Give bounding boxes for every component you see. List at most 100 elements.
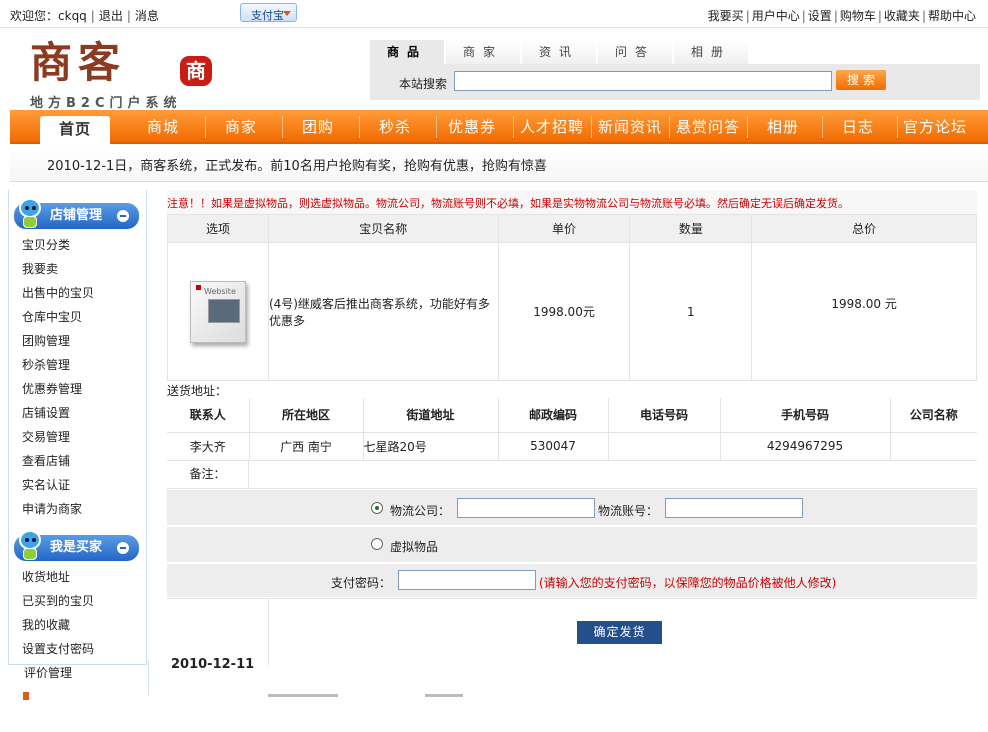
- sidebar-item-verification[interactable]: 实名认证: [22, 476, 70, 493]
- top-links: 我要买 | 用户中心 | 设置 | 购物车 | 收藏夹 | 帮助中心: [707, 9, 976, 23]
- logistics-account-input[interactable]: [665, 498, 803, 518]
- search-tab-album[interactable]: 相册: [674, 40, 748, 64]
- alipay-dropdown[interactable]: 支付宝: [240, 3, 297, 22]
- sidebar-item-shop-settings[interactable]: 店铺设置: [22, 404, 70, 421]
- sidebar-item-flash-sale[interactable]: 秒杀管理: [22, 356, 70, 373]
- sidebar-item-addresses[interactable]: 收货地址: [22, 568, 70, 585]
- search-tab-qa[interactable]: 问答: [598, 40, 672, 64]
- top-link-user-center[interactable]: 用户中心: [752, 9, 800, 23]
- table-header-row: 选项 宝贝名称 单价 数量 总价: [167, 214, 977, 243]
- nav-mall[interactable]: 商城: [128, 110, 198, 144]
- nav-news[interactable]: 新闻资讯: [592, 110, 668, 144]
- nav-bounty-qa[interactable]: 悬赏问答: [670, 110, 746, 144]
- user-status: 欢迎您：ckqq | 退出 | 消息: [10, 9, 159, 23]
- address-phone: [608, 432, 721, 461]
- main-nav: 首页 商城 商家 团购 秒杀 优惠券 人才招聘 新闻资讯 悬赏问答 相册 日志 …: [10, 110, 988, 144]
- logistics-company-input[interactable]: [457, 498, 595, 518]
- logo-subtitle: 地方B2C门户系统: [30, 96, 182, 111]
- sidebar-item-view-shop[interactable]: 查看店铺: [22, 452, 70, 469]
- sidebar-item-reviews[interactable]: 评价管理: [24, 664, 72, 681]
- page: 欢迎您：ckqq | 退出 | 消息 支付宝 我要买 | 用户中心 | 设置 | 购物车 | 收藏夹 | 帮…: [0, 0, 988, 732]
- search-bar: 本站搜索 搜索: [370, 64, 980, 100]
- search-tab-merchants[interactable]: 商家: [446, 40, 520, 64]
- sidebar-item-purchased[interactable]: 已买到的宝贝: [22, 592, 94, 609]
- top-link-help[interactable]: 帮助中心: [928, 9, 976, 23]
- search-input[interactable]: [454, 71, 832, 91]
- search-tab-goods[interactable]: 商品: [370, 40, 444, 64]
- search-label: 本站搜索: [399, 77, 448, 91]
- nav-blog[interactable]: 日志: [823, 110, 893, 144]
- logo-stamp: 商: [180, 56, 212, 86]
- announcement-text[interactable]: 2010-12-1日，商客系统，正式发布。前10名用户抢购有奖，抢购有优惠，抢购…: [47, 155, 547, 174]
- logistics-radio[interactable]: [371, 502, 383, 514]
- address-postcode: 530047: [498, 432, 609, 461]
- top-link-cart[interactable]: 购物车: [840, 9, 876, 23]
- table-header-row: 联系人 所在地区 街道地址 邮政编码 电话号码 手机号码 公司名称: [167, 398, 977, 433]
- sidebar-item-favorites[interactable]: 我的收藏: [22, 616, 70, 633]
- col-unit-price: 单价: [497, 214, 631, 243]
- nav-album[interactable]: 相册: [748, 110, 818, 144]
- col-phone: 电话号码: [608, 398, 721, 433]
- address-contact: 李大齐: [167, 432, 250, 461]
- search-tab-news[interactable]: 资讯: [522, 40, 596, 64]
- table-row: Website (4号)继威客后推出商客系统，功能好有多优惠多 1998.00元…: [167, 242, 977, 381]
- address-table: 联系人 所在地区 街道地址 邮政编码 电话号码 手机号码 公司名称 李大齐 广西…: [167, 398, 977, 461]
- top-link-favorites[interactable]: 收藏夹: [884, 9, 920, 23]
- username[interactable]: ckqq: [58, 9, 87, 23]
- sidebar-item-categories[interactable]: 宝贝分类: [22, 236, 70, 253]
- logo-title: 商客: [30, 38, 127, 87]
- logistics-company-label: 物流公司：: [390, 504, 451, 518]
- address-mobile: 4294967295: [720, 432, 891, 461]
- nav-flash-sale[interactable]: 秒杀: [360, 110, 430, 144]
- col-total: 总价: [751, 214, 977, 243]
- col-option: 选项: [167, 214, 269, 243]
- item-name[interactable]: (4号)继威客后推出商客系统，功能好有多优惠多: [267, 242, 499, 381]
- order-items-table: 选项 宝贝名称 单价 数量 总价 Website (4号)继威客后推出商客系统，…: [167, 214, 977, 381]
- sidebar-item-on-sale[interactable]: 出售中的宝贝: [22, 284, 94, 301]
- sidebar-item-group-buy[interactable]: 团购管理: [22, 332, 70, 349]
- sidebar-item-apply-merchant[interactable]: 申请为商家: [22, 500, 82, 517]
- nav-merchants[interactable]: 商家: [206, 110, 276, 144]
- nav-jobs[interactable]: 人才招聘: [514, 110, 590, 144]
- nav-forum[interactable]: 官方论坛: [898, 110, 972, 144]
- search-button[interactable]: 搜索: [836, 70, 886, 90]
- site-logo[interactable]: 商客 商 地方B2C门户系统: [30, 40, 230, 112]
- col-region: 所在地区: [249, 398, 364, 433]
- col-quantity: 数量: [629, 214, 753, 243]
- nav-home[interactable]: 首页: [40, 116, 110, 144]
- top-link-buy[interactable]: 我要买: [708, 9, 744, 23]
- nav-coupons[interactable]: 优惠券: [437, 110, 507, 144]
- messages-link[interactable]: 消息: [135, 9, 159, 23]
- pay-password-label: 支付密码：: [331, 576, 392, 590]
- pay-password-input[interactable]: [398, 570, 536, 590]
- collapse-icon[interactable]: [117, 542, 129, 554]
- item-quantity: 1: [629, 242, 753, 381]
- sidebar-item-trades[interactable]: 交易管理: [22, 428, 70, 445]
- address-region: 广西 南宁: [249, 432, 364, 461]
- top-link-settings[interactable]: 设置: [808, 9, 832, 23]
- sidebar-item-pay-password[interactable]: 设置支付密码: [22, 640, 94, 657]
- logout-link[interactable]: 退出: [99, 9, 123, 23]
- sidebar-item-sell[interactable]: 我要卖: [22, 260, 58, 277]
- product-image[interactable]: Website: [184, 275, 252, 349]
- chevron-down-icon: [283, 11, 291, 16]
- virtual-label: 虚拟物品: [390, 540, 439, 554]
- table-row: 李大齐 广西 南宁 七星路20号 530047 4294967295: [167, 432, 977, 461]
- virtual-radio[interactable]: [371, 538, 383, 550]
- mascot-icon: [16, 530, 44, 560]
- shop-management-title: 店铺管理: [50, 208, 103, 223]
- confirm-ship-button[interactable]: 确定发货: [577, 621, 662, 644]
- col-street: 街道地址: [363, 398, 499, 433]
- order-warning: 注意！！如果是虚拟物品，则选虚拟物品。物流公司，物流账号则不必填，如果是实物物流…: [167, 190, 977, 214]
- item-total: 1998.00 元: [751, 242, 977, 381]
- nav-group-buy[interactable]: 团购: [283, 110, 353, 144]
- sidebar-item-coupons[interactable]: 优惠券管理: [22, 380, 82, 397]
- bullet-icon: [23, 692, 29, 700]
- collapse-icon[interactable]: [117, 210, 129, 222]
- sidebar-item-warehouse[interactable]: 仓库中宝贝: [22, 308, 82, 325]
- shop-management-header[interactable]: 店铺管理: [14, 198, 139, 229]
- remark-row: 备注：: [167, 461, 977, 489]
- address-label: 送货地址：: [167, 384, 228, 398]
- pay-password-row: 支付密码： (请输入您的支付密码，以保障您的物品价格被他人修改): [167, 564, 977, 598]
- buyer-header[interactable]: 我是买家: [14, 530, 139, 561]
